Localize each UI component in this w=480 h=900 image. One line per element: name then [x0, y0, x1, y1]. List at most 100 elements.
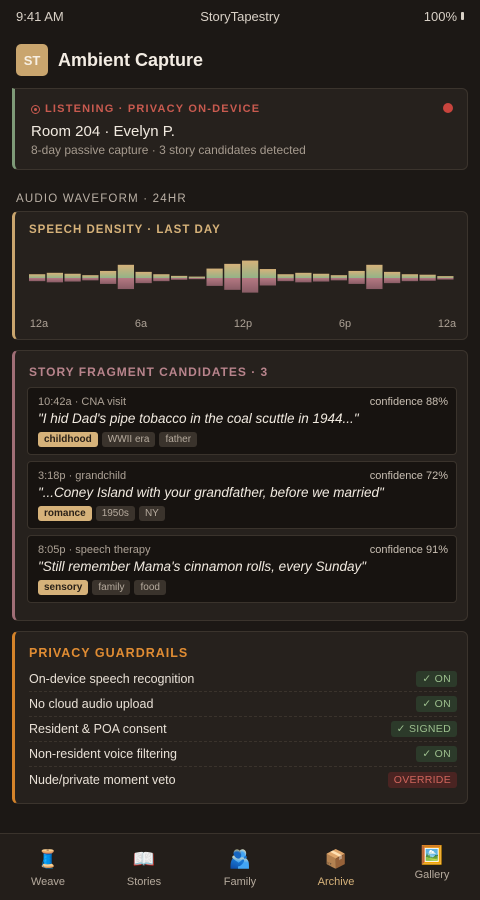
density-bar-lower: [206, 278, 223, 286]
density-bar-upper: [242, 260, 259, 278]
density-bar-upper: [313, 273, 330, 278]
tag[interactable]: father: [159, 432, 198, 447]
thread-icon: 🧵: [36, 849, 60, 869]
nav-label: Family: [223, 876, 257, 888]
listening-card[interactable]: LISTENING · PRIVACY ON-DEVICE Room 204 ·…: [12, 88, 468, 170]
fragment-confidence: confidence 91%: [369, 544, 448, 556]
density-bar-upper: [188, 276, 205, 278]
guardrail-row[interactable]: No cloud audio upload ✓ ON: [29, 692, 457, 717]
fragment-tags: childhood WWII era father: [38, 432, 198, 447]
privacy-title: PRIVACY GUARDRAILS: [29, 646, 189, 660]
density-bar-lower: [330, 278, 347, 281]
tag[interactable]: food: [134, 580, 166, 595]
fragment-tags: romance 1950s NY: [38, 506, 165, 521]
density-bar-upper: [437, 276, 454, 278]
density-bar-lower: [135, 278, 152, 284]
battery-icon: [461, 12, 464, 20]
density-bar-upper: [348, 270, 365, 278]
tag[interactable]: sensory: [38, 580, 89, 595]
fragment-source: 3:18p · grandchild: [38, 470, 127, 482]
guardrail-row[interactable]: Resident & POA consent ✓ SIGNED: [29, 717, 457, 742]
app-avatar[interactable]: ST: [16, 44, 48, 76]
density-bar-lower: [295, 278, 312, 283]
bottom-nav: 🧵 Weave 📖 Stories 🫂 Family 📦 Archive 🖼️ …: [0, 833, 480, 900]
density-bar-lower: [242, 278, 259, 293]
privacy-guardrails-card: PRIVACY GUARDRAILS On-device speech reco…: [12, 631, 468, 804]
fragment-confidence: confidence 72%: [369, 470, 448, 482]
live-icon: [31, 104, 40, 114]
density-bar-lower: [100, 278, 117, 284]
density-bar-lower: [401, 278, 418, 282]
nav-label: Weave: [30, 876, 66, 888]
guardrail-row[interactable]: On-device speech recognition ✓ ON: [29, 667, 457, 692]
nav-label: Gallery: [414, 869, 450, 881]
fragment-source: 8:05p · speech therapy: [38, 544, 151, 556]
time-tick-label: 12p: [234, 318, 252, 330]
tag[interactable]: romance: [38, 506, 92, 521]
nav-item-gallery[interactable]: 🖼️ Gallery: [384, 834, 480, 900]
density-bar-lower: [313, 278, 330, 282]
guardrail-row[interactable]: Non-resident voice filtering ✓ ON: [29, 742, 457, 767]
density-bar-upper: [330, 275, 347, 278]
density-bar-lower: [348, 278, 365, 284]
story-fragment[interactable]: 8:05p · speech therapy confidence 91% "S…: [27, 535, 457, 603]
guardrail-label: Nude/private moment veto: [29, 772, 176, 787]
density-bar-lower: [224, 278, 241, 290]
density-bar-upper: [401, 274, 418, 278]
story-fragment[interactable]: 10:42a · CNA visit confidence 88% "I hid…: [27, 387, 457, 455]
density-bar-upper: [277, 274, 294, 278]
guardrail-status-badge[interactable]: ✓ ON: [416, 696, 457, 712]
guardrail-status-badge[interactable]: ✓ ON: [416, 746, 457, 762]
density-bar-lower: [171, 278, 188, 280]
density-bar-upper: [224, 263, 241, 278]
density-bar-lower: [188, 278, 205, 280]
story-fragment[interactable]: 3:18p · grandchild confidence 72% "...Co…: [27, 461, 457, 529]
density-bar-upper: [29, 274, 46, 278]
family-icon: 🫂: [228, 849, 252, 869]
fragment-quote: "I hid Dad's pipe tobacco in the coal sc…: [38, 411, 359, 426]
box-icon: 📦: [324, 849, 348, 869]
density-bar-upper: [64, 273, 81, 278]
guardrail-row[interactable]: Nude/private moment veto OVERRIDE: [29, 767, 457, 792]
listening-label: LISTENING · PRIVACY ON-DEVICE: [45, 103, 261, 115]
speech-density-chart: 12a 6a 12p 6p 12a: [29, 260, 457, 330]
nav-item-weave[interactable]: 🧵 Weave: [0, 834, 96, 900]
picture-icon: 🖼️: [420, 845, 444, 865]
tag[interactable]: 1950s: [95, 506, 135, 521]
waveform-section-label: AUDIO WAVEFORM · 24HR: [16, 193, 187, 205]
nav-item-archive[interactable]: 📦 Archive: [288, 834, 384, 900]
density-bar-lower: [82, 278, 99, 281]
guardrail-status-badge[interactable]: ✓ SIGNED: [390, 721, 457, 737]
density-bar-lower: [259, 278, 276, 286]
density-bar-lower: [46, 278, 63, 283]
book-icon: 📖: [132, 849, 156, 869]
tag[interactable]: family: [92, 580, 131, 595]
density-bar-upper: [153, 274, 170, 278]
tag[interactable]: childhood: [38, 432, 98, 447]
room-title: Room 204 · Evelyn P.: [31, 123, 175, 140]
time-tick-label: 12a: [438, 318, 457, 330]
capture-summary: 8-day passive capture · 3 story candidat…: [31, 143, 306, 157]
battery-indicator: 100%: [424, 9, 464, 24]
density-bar-lower: [366, 278, 383, 290]
tag[interactable]: WWII era: [101, 432, 156, 447]
guardrail-override-badge[interactable]: OVERRIDE: [387, 771, 457, 788]
battery-level: 100%: [423, 8, 457, 24]
density-bar-upper: [366, 264, 383, 278]
density-bar-lower: [419, 278, 436, 281]
density-bar-upper: [384, 271, 401, 278]
tag[interactable]: NY: [138, 506, 165, 521]
nav-item-stories[interactable]: 📖 Stories: [96, 834, 192, 900]
guardrail-status-badge[interactable]: ✓ ON: [416, 671, 457, 687]
guardrail-label: Non-resident voice filtering: [29, 747, 177, 761]
fragment-source: 10:42a · CNA visit: [38, 396, 127, 408]
story-candidates-title: STORY FRAGMENT CANDIDATES · 3: [29, 365, 269, 379]
nav-label: Archive: [317, 876, 355, 888]
nav-item-family[interactable]: 🫂 Family: [192, 834, 288, 900]
fragment-quote: "Still remember Mama's cinnamon rolls, e…: [38, 559, 367, 574]
app-header: ST Ambient Capture: [0, 32, 480, 88]
density-bar-lower: [384, 278, 401, 284]
density-bar-lower: [437, 278, 454, 280]
guardrail-label: No cloud audio upload: [29, 697, 154, 711]
nav-label: Stories: [126, 876, 162, 888]
